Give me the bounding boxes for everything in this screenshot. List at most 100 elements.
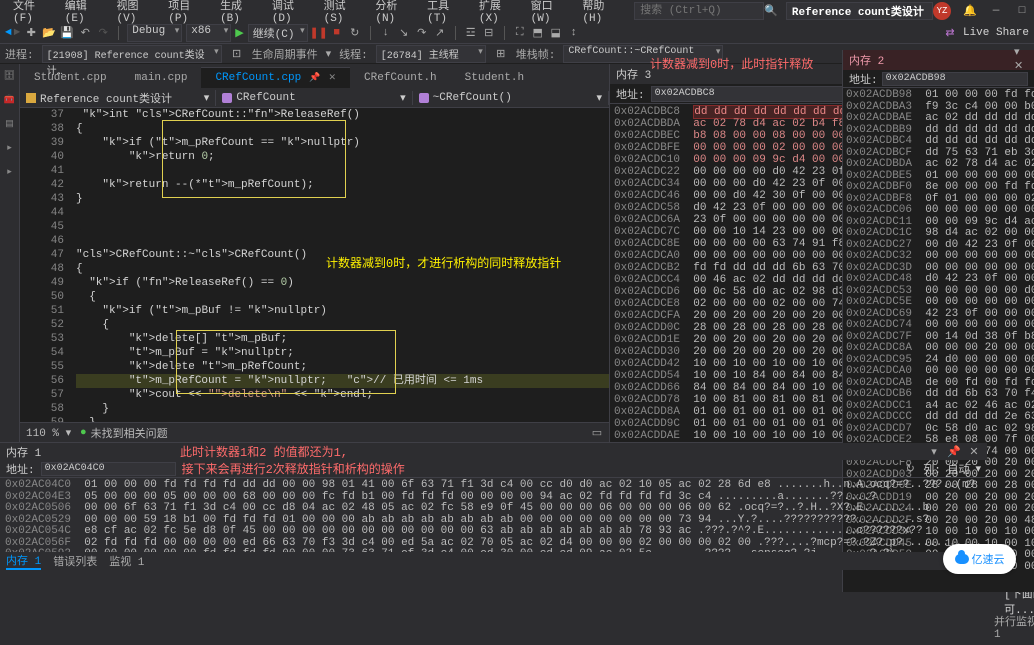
memory1-col-label: 列: 自动	[923, 461, 969, 477]
solution-title-box[interactable]: Reference count类设计	[786, 2, 933, 20]
memory1-title: 内存 1	[6, 444, 41, 460]
tool-icon-1[interactable]: ☲	[464, 26, 478, 40]
strip-server-icon[interactable]: 🗄	[3, 69, 17, 83]
global-search-input[interactable]	[634, 2, 764, 20]
lifecycle-icon[interactable]: ⊡	[230, 47, 244, 61]
bottom-tab-watch1[interactable]: 监视 1	[109, 553, 144, 569]
tab-crefcount-h[interactable]: CRefCount.h	[350, 68, 451, 88]
tool-icon-5[interactable]: ⬓	[549, 26, 563, 40]
tab-student-cpp[interactable]: Student.cpp	[20, 68, 121, 88]
memory2-close-icon[interactable]: ▾ ✕	[1014, 52, 1028, 66]
annotation-release: 计数器减到0时，此时指针释放	[650, 55, 813, 72]
stop-icon[interactable]: ■	[330, 26, 344, 40]
process-select[interactable]: [21908] Reference count类设计…	[42, 45, 222, 63]
lifecycle-label: 生命周期事件	[252, 46, 318, 62]
memory3-addr-label: 地址:	[616, 86, 645, 102]
continue-button[interactable]: 继续(C)	[248, 24, 308, 42]
step-over-icon[interactable]: ↷	[415, 26, 429, 40]
new-icon[interactable]: ✚	[24, 26, 38, 40]
open-icon[interactable]: 📂	[42, 26, 56, 40]
tab-main-cpp[interactable]: main.cpp	[121, 68, 202, 88]
tool-icon-6[interactable]: ↕	[567, 26, 581, 40]
strip-more-icon[interactable]: ▸	[3, 141, 17, 155]
restart-icon[interactable]: ↻	[348, 26, 362, 40]
panel-pin-icon[interactable]: 📌	[947, 445, 961, 459]
memory2-addr-input[interactable]	[882, 72, 1028, 86]
step-into-icon[interactable]: ↘	[397, 26, 411, 40]
bottom-tab-errorlist[interactable]: 错误列表	[53, 553, 97, 569]
split-icon[interactable]: ▭	[595, 426, 609, 440]
memory1-addr-input[interactable]	[41, 462, 176, 476]
window-minimize[interactable]: —	[989, 4, 1003, 18]
memory2-addr-label: 地址:	[849, 71, 878, 87]
tool-icon-3[interactable]: ⛶	[513, 26, 527, 40]
redo-icon[interactable]: ↷	[96, 26, 110, 40]
nav-back-icon[interactable]: ◄	[5, 27, 12, 39]
footer-tab-parallel[interactable]: 并行监视 1	[994, 613, 1034, 641]
menu-help[interactable]: 帮助(H)	[574, 0, 626, 27]
main-toolbar: ◄ ► ✚ 📂 💾 ↶ ↷ Debug x86 ▶ 继续(C) ❚❚ ■ ↻ ↓…	[0, 22, 1034, 44]
liveshare-label[interactable]: Live Share	[963, 27, 1029, 39]
liveshare-icon[interactable]: ⇄	[943, 26, 957, 40]
proc-label: 进程:	[5, 46, 34, 62]
menu-edit[interactable]: 编辑(E)	[57, 0, 109, 27]
code-editor[interactable]: 37-38-394041424344454647-48-49-50-51-525…	[20, 108, 609, 422]
editor-navbar: Reference count类设计▾ CRefCount▾ ~CRefCoun…	[20, 88, 609, 108]
thread-label: 线程:	[339, 46, 368, 62]
tool-icon-4[interactable]: ⬒	[531, 26, 545, 40]
problems-ok-icon: ●	[80, 427, 87, 439]
memory2-title: 内存 2	[849, 52, 884, 68]
nav-scope-class[interactable]: CRefCount▾	[216, 91, 412, 105]
menu-window[interactable]: 窗口(W)	[523, 0, 575, 27]
editor-statusbar: 110 % ▾ ● 未找到相关问题 ▭	[20, 422, 609, 442]
nav-forward-icon[interactable]: ►	[14, 27, 21, 39]
menu-test[interactable]: 测试(S)	[316, 0, 368, 27]
thread-tool-icon[interactable]: ⊞	[494, 47, 508, 61]
memory1-annot-sub: 接下来会再进行2次释放指针和析构的操作	[182, 460, 405, 477]
menu-tools[interactable]: 工具(T)	[419, 0, 471, 27]
platform-select[interactable]: x86	[186, 24, 231, 42]
tool-icon-2[interactable]: ⊟	[482, 26, 496, 40]
problems-text[interactable]: 未找到相关问题	[91, 425, 168, 441]
memory1-refresh-icon[interactable]: ↻	[903, 462, 917, 476]
pin-icon[interactable]: 📌	[309, 73, 320, 83]
user-avatar[interactable]: YZ	[933, 2, 951, 20]
save-icon[interactable]: 💾	[60, 26, 74, 40]
thread-select[interactable]: [26784] 主线程	[376, 45, 486, 63]
nav-scope-method[interactable]: ~CRefCount()▾	[413, 91, 609, 105]
memory1-hex[interactable]: 0x02AC04C0 01 00 00 00 fd fd fd fd dd dd…	[0, 478, 987, 552]
memory1-annot-title: 此时计数器1和2 的值都还为1,	[180, 443, 348, 460]
close-tab-icon[interactable]: ✕	[328, 73, 336, 83]
memory1-addr-label: 地址:	[6, 461, 35, 477]
stackframe-label: 堆栈帧:	[516, 46, 556, 62]
step-out-icon[interactable]: ↗	[433, 26, 447, 40]
strip-more2-icon[interactable]: ▸	[3, 165, 17, 179]
search-icon[interactable]: 🔍	[764, 4, 778, 18]
zoom-select[interactable]: 110 % ▾	[20, 426, 80, 440]
menu-extensions[interactable]: 扩展(X)	[471, 0, 523, 27]
class-icon	[222, 93, 232, 103]
strip-toolbox-icon[interactable]: 🧰	[3, 93, 17, 107]
window-maximize[interactable]: □	[1015, 4, 1029, 18]
left-tool-strip: 🗄 🧰 ▤ ▸ ▸	[0, 64, 20, 442]
project-icon	[26, 93, 36, 103]
menu-file[interactable]: 文件(F)	[5, 0, 57, 27]
notifications-icon[interactable]: 🔔	[963, 4, 977, 18]
bottom-tab-memory1[interactable]: 内存 1	[6, 552, 41, 570]
nav-scope-project[interactable]: Reference count类设计▾	[20, 90, 216, 106]
method-icon	[419, 93, 429, 103]
step-next-icon[interactable]: ↓	[379, 26, 393, 40]
cloud-icon	[955, 554, 969, 564]
menu-analyze[interactable]: 分析(N)	[367, 0, 419, 27]
config-select[interactable]: Debug	[127, 24, 182, 42]
tab-student-h[interactable]: Student.h	[451, 68, 538, 88]
pause-icon[interactable]: ❚❚	[312, 26, 326, 40]
strip-props-icon[interactable]: ▤	[3, 117, 17, 131]
panel-menu-icon[interactable]: ▾	[927, 445, 941, 459]
panel-close-icon[interactable]: ✕	[967, 445, 981, 459]
undo-icon[interactable]: ↶	[78, 26, 92, 40]
menu-bar: 文件(F) 编辑(E) 视图(V) 项目(P) 生成(B) 调试(D) 测试(S…	[0, 0, 1034, 22]
continue-icon[interactable]: ▶	[235, 26, 243, 40]
editor-tabs: Student.cpp main.cpp CRefCount.cpp📌✕ CRe…	[20, 64, 609, 88]
tab-crefcount-cpp[interactable]: CRefCount.cpp📌✕	[201, 67, 350, 88]
